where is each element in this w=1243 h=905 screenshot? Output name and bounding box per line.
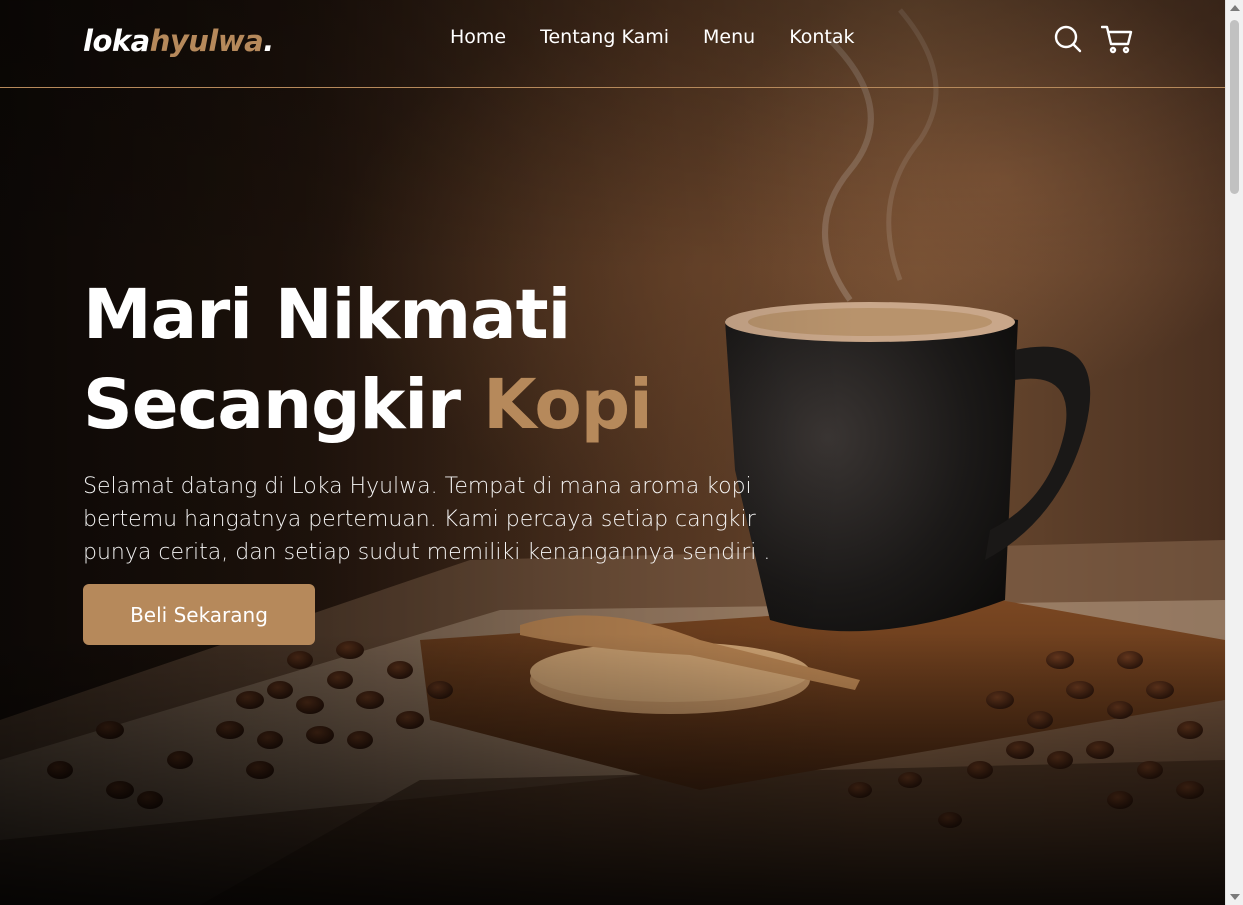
hero-title-line1: Mari Nikmati — [83, 275, 571, 355]
hero-content: Mari Nikmati Secangkir Kopi Selamat data… — [83, 270, 813, 645]
shopping-cart-icon[interactable] — [1100, 24, 1133, 54]
nav-link-home[interactable]: Home — [450, 26, 506, 48]
search-icon[interactable] — [1053, 24, 1083, 54]
brand-logo[interactable]: lokahyulwa. — [83, 24, 274, 58]
scroll-up-icon[interactable] — [1230, 5, 1240, 11]
hero-title-accent: Kopi — [483, 365, 653, 445]
logo-main: loka — [83, 24, 150, 58]
hero-title: Mari Nikmati Secangkir Kopi — [83, 270, 813, 450]
navbar: lokahyulwa. Home Tentang Kami Menu Konta… — [0, 0, 1225, 88]
nav-icons — [1053, 24, 1133, 54]
scroll-down-icon[interactable] — [1230, 894, 1240, 900]
hero-description: Selamat datang di Loka Hyulwa. Tempat di… — [83, 474, 771, 565]
nav-link-tentang-kami[interactable]: Tentang Kami — [540, 26, 669, 48]
page-scrollbar[interactable] — [1225, 0, 1243, 905]
logo-dot: . — [263, 24, 274, 58]
logo-accent: hyulwa — [149, 24, 264, 58]
nav-link-menu[interactable]: Menu — [703, 26, 755, 48]
nav-link-kontak[interactable]: Kontak — [789, 26, 854, 48]
hero-title-line2: Secangkir — [83, 365, 484, 445]
scrollbar-thumb[interactable] — [1230, 20, 1239, 194]
buy-now-button[interactable]: Beli Sekarang — [83, 584, 315, 645]
nav-links: Home Tentang Kami Menu Kontak — [450, 26, 854, 48]
